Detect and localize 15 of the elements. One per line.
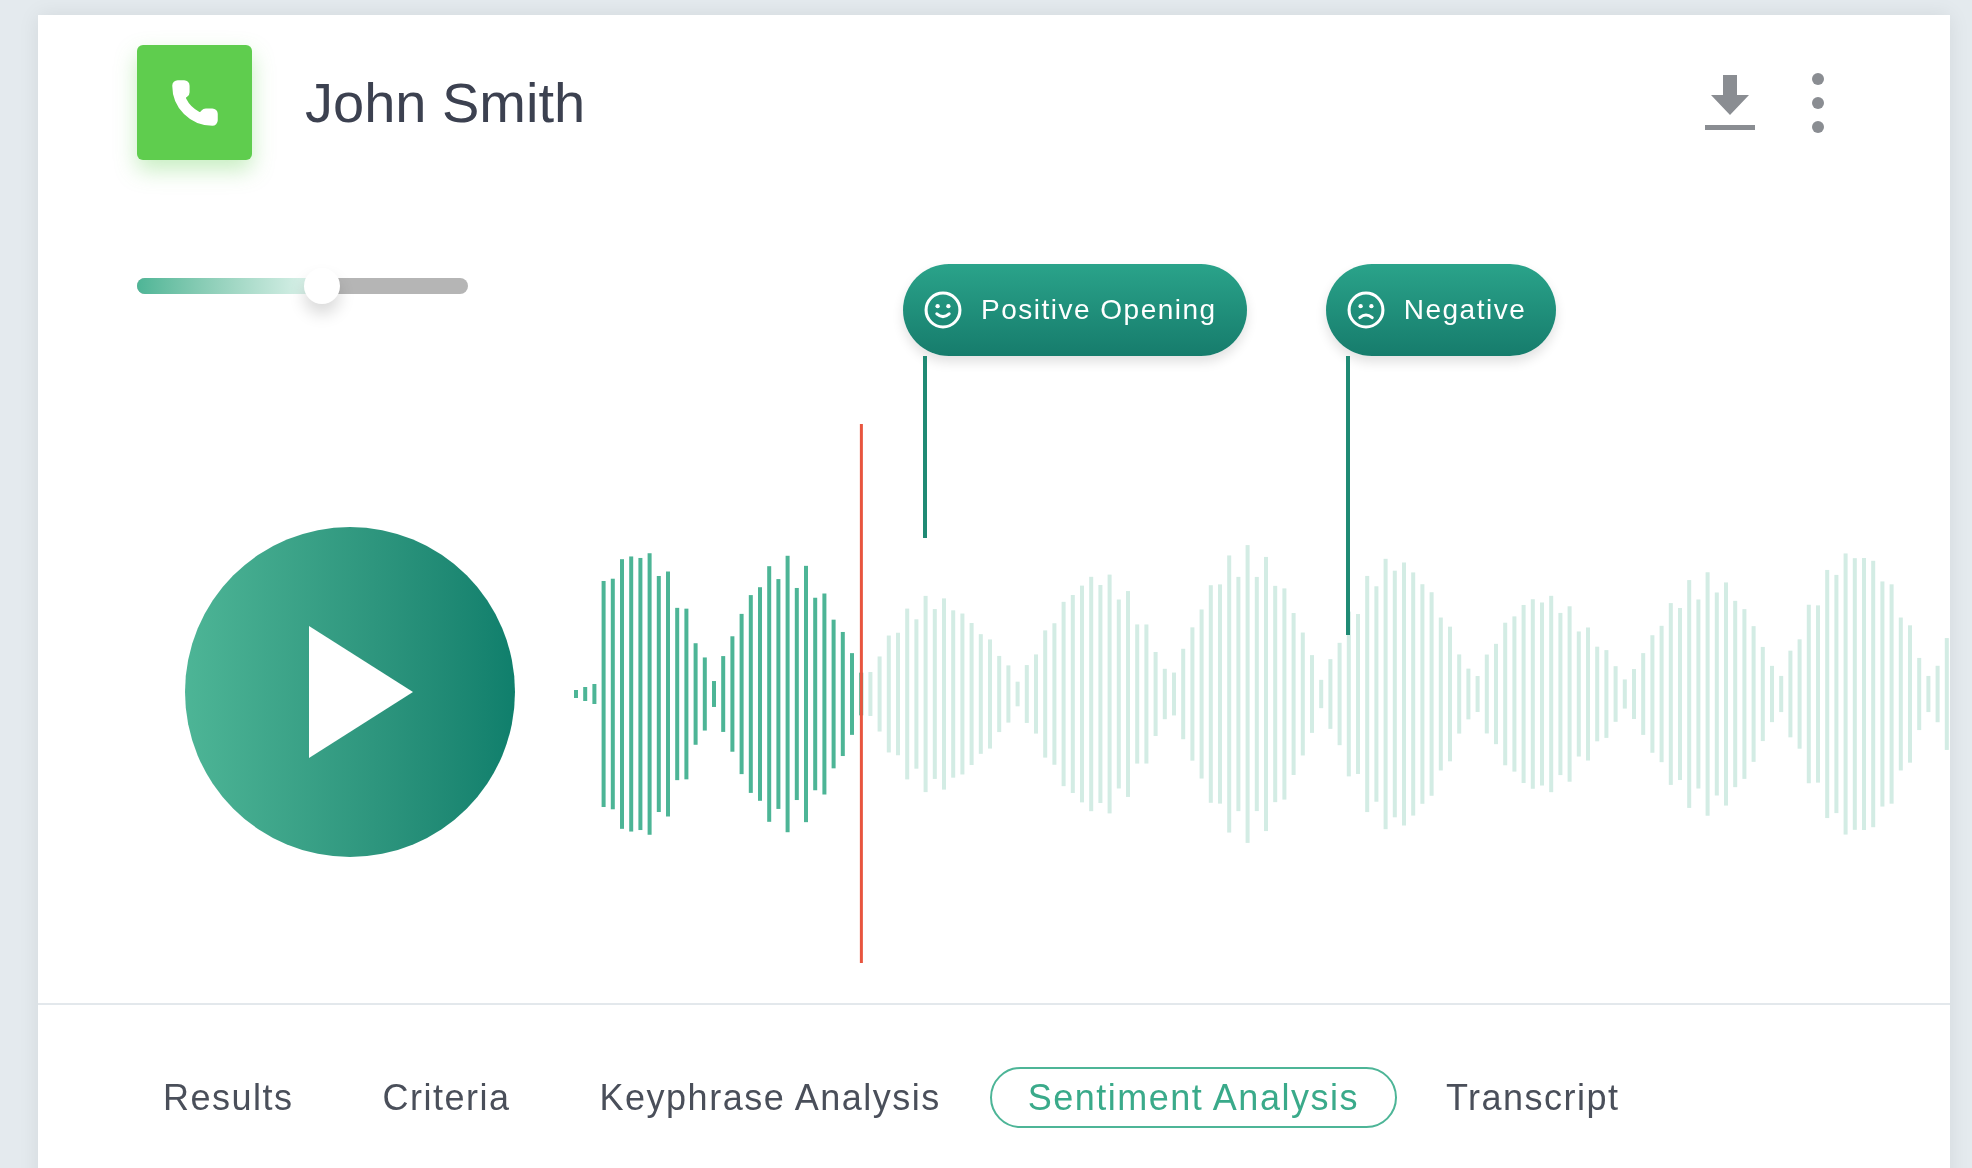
tab[interactable]: Criteria	[342, 1067, 551, 1128]
tab[interactable]: Results	[123, 1067, 334, 1128]
sentiment-tag[interactable]: Positive Opening	[903, 264, 1247, 356]
download-icon	[1705, 74, 1755, 131]
tab[interactable]: Transcript	[1405, 1067, 1660, 1128]
slider[interactable]	[137, 268, 468, 304]
sad-face-icon	[1345, 290, 1386, 330]
slider-thumb[interactable]	[304, 268, 341, 304]
play-icon	[309, 626, 413, 758]
smiley-icon	[923, 290, 963, 330]
caller-name: John Smith	[305, 69, 586, 136]
sentiment-tag[interactable]: Negative	[1325, 264, 1557, 356]
more-icon	[1811, 71, 1825, 134]
tab[interactable]: Keyphrase Analysis	[559, 1067, 981, 1128]
download-button[interactable]	[1702, 72, 1758, 133]
